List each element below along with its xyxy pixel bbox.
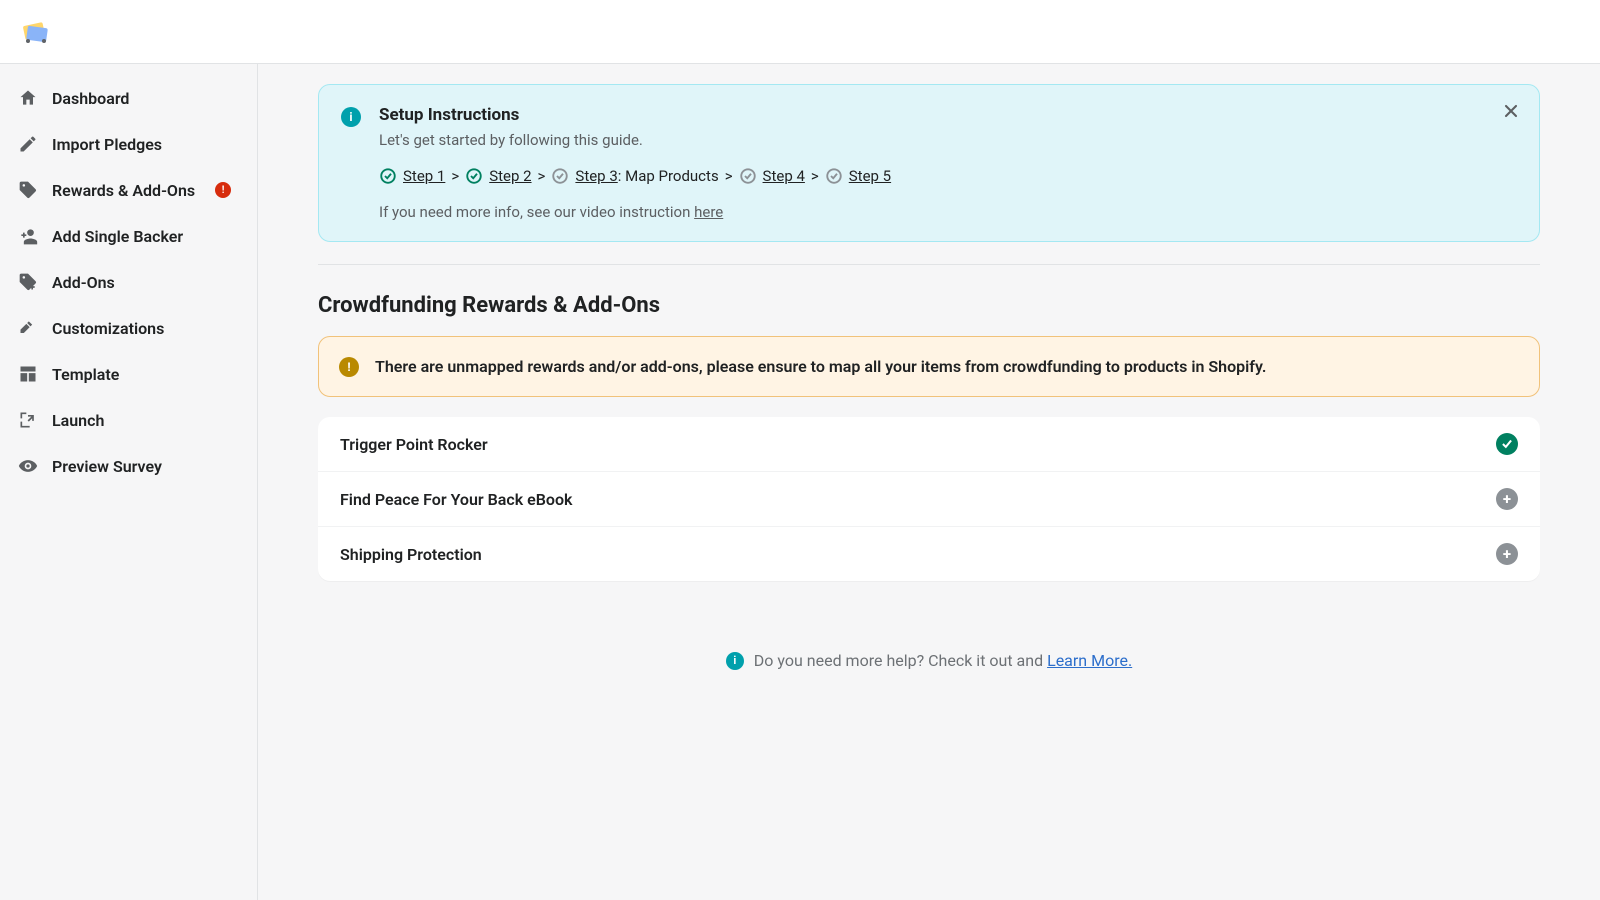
warning-icon: ! [339,357,359,377]
reward-row[interactable]: Find Peace For Your Back eBook + [318,472,1540,527]
close-icon [1501,101,1521,121]
help-line: i Do you need more help? Check it out an… [318,651,1540,670]
divider [318,264,1540,265]
sidebar-item-label: Preview Survey [52,457,162,476]
sidebar-item-template[interactable]: Template [6,358,251,390]
sidebar-item-launch[interactable]: Launch [6,404,251,436]
info-icon: i [341,107,361,127]
home-icon [18,88,38,108]
banner-title: Setup Instructions [379,105,1517,125]
reward-name: Find Peace For Your Back eBook [340,490,572,509]
status-add-icon: + [1496,543,1518,565]
sidebar-item-label: Add Single Backer [52,227,183,246]
reward-row[interactable]: Shipping Protection + [318,527,1540,581]
person-add-icon [18,226,38,246]
close-banner-button[interactable] [1501,101,1521,125]
rewards-list: Trigger Point Rocker Find Peace For Your… [318,417,1540,581]
sidebar-item-dashboard[interactable]: Dashboard [6,82,251,114]
sidebar-item-add-single-backer[interactable]: Add Single Backer [6,220,251,252]
unmapped-warning-banner: ! There are unmapped rewards and/or add-… [318,336,1540,397]
circle-outline-icon [739,167,757,185]
sidebar-item-label: Import Pledges [52,135,162,154]
sidebar-item-label: Rewards & Add-Ons [52,181,195,200]
sidebar-item-label: Template [52,365,119,384]
status-add-icon: + [1496,488,1518,510]
app-logo [16,12,56,52]
reward-row[interactable]: Trigger Point Rocker [318,417,1540,472]
section-title: Crowdfunding Rewards & Add-Ons [318,293,1540,318]
sidebar-item-label: Add-Ons [52,273,115,292]
edit-icon [18,134,38,154]
sidebar-item-preview-survey[interactable]: Preview Survey [6,450,251,482]
sidebar-item-add-ons[interactable]: Add-Ons [6,266,251,298]
help-text: Do you need more help? Check it out and [754,651,1047,670]
tag-icon [18,180,38,200]
hammer-icon [18,318,38,338]
main-content: i Setup Instructions Let's get started b… [258,64,1600,900]
step-link-2[interactable]: Step 2 [489,167,531,185]
step-link-3[interactable]: Step 3 [575,167,617,185]
sidebar-item-import-pledges[interactable]: Import Pledges [6,128,251,160]
eye-icon [18,456,38,476]
step-suffix: : Map Products [618,167,719,185]
launch-icon [18,410,38,430]
setup-banner: i Setup Instructions Let's get started b… [318,84,1540,242]
video-instruction-link[interactable]: here [694,203,723,221]
sidebar-item-customizations[interactable]: Customizations [6,312,251,344]
sidebar: Dashboard Import Pledges Rewards & Add-O… [0,64,258,900]
sidebar-item-label: Launch [52,411,104,430]
check-circle-icon [465,167,483,185]
status-ok-icon [1496,433,1518,455]
video-instruction-line: If you need more info, see our video ins… [379,203,1517,221]
banner-subtitle: Let's get started by following this guid… [379,131,1517,149]
step-link-1[interactable]: Step 1 [403,167,445,185]
reward-name: Shipping Protection [340,545,482,564]
layout-icon [18,364,38,384]
reward-name: Trigger Point Rocker [340,435,488,454]
sidebar-item-label: Dashboard [52,89,129,108]
circle-outline-icon [825,167,843,185]
check-circle-icon [379,167,397,185]
warning-text: There are unmapped rewards and/or add-on… [375,355,1266,378]
logo-icon [18,14,54,50]
alert-badge-icon: ! [215,182,231,198]
circle-outline-icon [551,167,569,185]
step-link-4[interactable]: Step 4 [763,167,805,185]
sidebar-item-rewards-addons[interactable]: Rewards & Add-Ons ! [6,174,251,206]
sidebar-item-label: Customizations [52,319,164,338]
tag-plus-icon [18,272,38,292]
setup-steps: Step 1 > Step 2 > Step 3: Map Products > [379,167,1517,185]
step-link-5[interactable]: Step 5 [849,167,891,185]
info-icon: i [726,652,744,670]
topbar [0,0,1600,64]
learn-more-link[interactable]: Learn More. [1047,651,1132,670]
